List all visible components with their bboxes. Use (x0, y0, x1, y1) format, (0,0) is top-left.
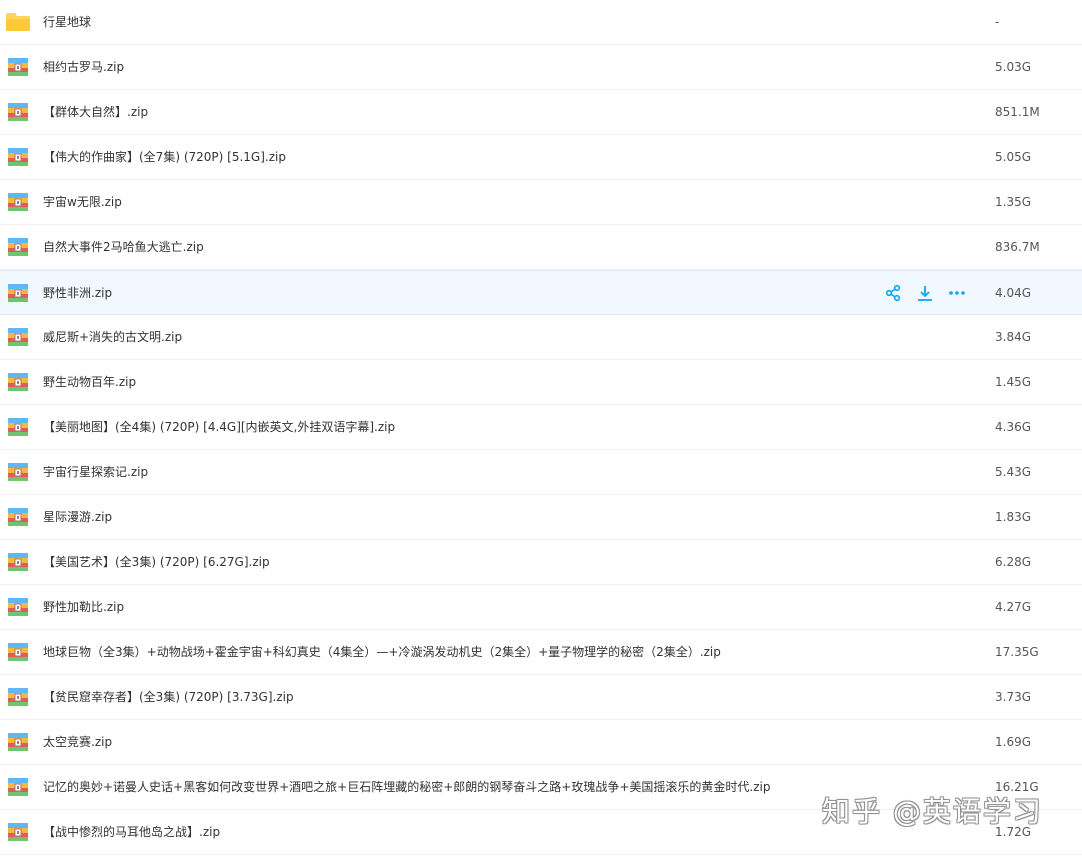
row-actions (884, 284, 966, 304)
zip-file-icon (7, 327, 29, 347)
file-size: 1.45G (995, 375, 1032, 389)
file-row[interactable]: 宇宙w无限.zip 1.35G (0, 180, 1082, 225)
file-name[interactable]: 野性非洲.zip (43, 271, 112, 315)
file-size: 4.04G (995, 286, 1032, 300)
file-size: 16.21G (995, 780, 1039, 794)
file-list: 行星地球 - 相约古罗马.zip 5.03G 【群体大自然】.zip 851.1M 【伟大的… (0, 0, 1082, 855)
file-row[interactable]: 【贫民窟幸存者】(全3集) (720P) [3.73G].zip 3.73G (0, 675, 1082, 720)
file-name[interactable]: 相约古罗马.zip (43, 45, 124, 89)
file-size: 4.36G (995, 420, 1032, 434)
file-row[interactable]: 威尼斯+消失的古文明.zip 3.84G (0, 315, 1082, 360)
zip-file-icon (7, 732, 29, 752)
file-name[interactable]: 威尼斯+消失的古文明.zip (43, 315, 182, 359)
zip-file-icon (7, 57, 29, 77)
file-row[interactable]: 【伟大的作曲家】(全7集) (720P) [5.1G].zip 5.05G (0, 135, 1082, 180)
file-name[interactable]: 太空竞赛.zip (43, 720, 112, 764)
file-name[interactable]: 宇宙行星探索记.zip (43, 450, 148, 494)
zip-file-icon (7, 237, 29, 257)
file-name[interactable]: 行星地球 (43, 0, 91, 44)
file-name[interactable]: 宇宙w无限.zip (43, 180, 122, 224)
file-size: 17.35G (995, 645, 1039, 659)
file-size: - (995, 15, 1000, 29)
file-row[interactable]: 地球巨物（全3集）+动物战场+霍金宇宙+科幻真史（4集全）—+冷漩涡发动机史（2… (0, 630, 1082, 675)
file-size: 3.73G (995, 690, 1032, 704)
zip-file-icon (7, 507, 29, 527)
file-name[interactable]: 野性加勒比.zip (43, 585, 124, 629)
file-name[interactable]: 自然大事件2马哈鱼大逃亡.zip (43, 225, 204, 269)
file-size: 5.05G (995, 150, 1032, 164)
zip-file-icon (7, 597, 29, 617)
file-name[interactable]: 【美丽地图】(全4集) (720P) [4.4G][内嵌英文,外挂双语字幕].z… (43, 405, 395, 449)
file-size: 3.84G (995, 330, 1032, 344)
file-row[interactable]: 太空竞赛.zip 1.69G (0, 720, 1082, 765)
file-name[interactable]: 【战中惨烈的马耳他岛之战】.zip (43, 810, 220, 854)
zip-file-icon (7, 462, 29, 482)
file-size: 1.83G (995, 510, 1032, 524)
file-name[interactable]: 【伟大的作曲家】(全7集) (720P) [5.1G].zip (43, 135, 286, 179)
file-name[interactable]: 地球巨物（全3集）+动物战场+霍金宇宙+科幻真史（4集全）—+冷漩涡发动机史（2… (43, 630, 721, 674)
zip-file-icon (7, 372, 29, 392)
file-row[interactable]: 【美国艺术】(全3集) (720P) [6.27G].zip 6.28G (0, 540, 1082, 585)
file-size: 1.69G (995, 735, 1032, 749)
file-size: 5.03G (995, 60, 1032, 74)
file-size: 836.7M (995, 240, 1040, 254)
file-row[interactable]: 野性非洲.zip 4.04G (0, 270, 1082, 315)
file-row[interactable]: 自然大事件2马哈鱼大逃亡.zip 836.7M (0, 225, 1082, 270)
file-name[interactable]: 【贫民窟幸存者】(全3集) (720P) [3.73G].zip (43, 675, 294, 719)
file-size: 851.1M (995, 105, 1040, 119)
file-size: 5.43G (995, 465, 1032, 479)
file-row[interactable]: 相约古罗马.zip 5.03G (0, 45, 1082, 90)
zip-file-icon (7, 642, 29, 662)
file-row[interactable]: 星际漫游.zip 1.83G (0, 495, 1082, 540)
file-size: 1.72G (995, 825, 1032, 839)
zip-file-icon (7, 687, 29, 707)
folder-row[interactable]: 行星地球 - (0, 0, 1082, 45)
file-row[interactable]: 野生动物百年.zip 1.45G (0, 360, 1082, 405)
zip-file-icon (7, 777, 29, 797)
share-icon[interactable] (884, 284, 902, 302)
folder-icon (5, 12, 30, 32)
file-row[interactable]: 【战中惨烈的马耳他岛之战】.zip 1.72G (0, 810, 1082, 855)
file-size: 6.28G (995, 555, 1032, 569)
file-name[interactable]: 记忆的奥妙+诺曼人史话+黑客如何改变世界+酒吧之旅+巨石阵埋藏的秘密+郎朗的钢琴… (43, 765, 770, 809)
file-name[interactable]: 【群体大自然】.zip (43, 90, 148, 134)
file-row[interactable]: 【美丽地图】(全4集) (720P) [4.4G][内嵌英文,外挂双语字幕].z… (0, 405, 1082, 450)
file-name[interactable]: 【美国艺术】(全3集) (720P) [6.27G].zip (43, 540, 270, 584)
file-size: 1.35G (995, 195, 1032, 209)
file-row[interactable]: 宇宙行星探索记.zip 5.43G (0, 450, 1082, 495)
file-row[interactable]: 【群体大自然】.zip 851.1M (0, 90, 1082, 135)
zip-file-icon (7, 283, 29, 303)
file-size: 4.27G (995, 600, 1032, 614)
zip-file-icon (7, 417, 29, 437)
zip-file-icon (7, 822, 29, 842)
file-row[interactable]: 野性加勒比.zip 4.27G (0, 585, 1082, 630)
zip-file-icon (7, 192, 29, 212)
zip-file-icon (7, 102, 29, 122)
more-icon[interactable] (948, 284, 966, 302)
file-name[interactable]: 星际漫游.zip (43, 495, 112, 539)
zip-file-icon (7, 147, 29, 167)
download-icon[interactable] (916, 284, 934, 302)
zip-file-icon (7, 552, 29, 572)
file-row[interactable]: 记忆的奥妙+诺曼人史话+黑客如何改变世界+酒吧之旅+巨石阵埋藏的秘密+郎朗的钢琴… (0, 765, 1082, 810)
file-name[interactable]: 野生动物百年.zip (43, 360, 136, 404)
